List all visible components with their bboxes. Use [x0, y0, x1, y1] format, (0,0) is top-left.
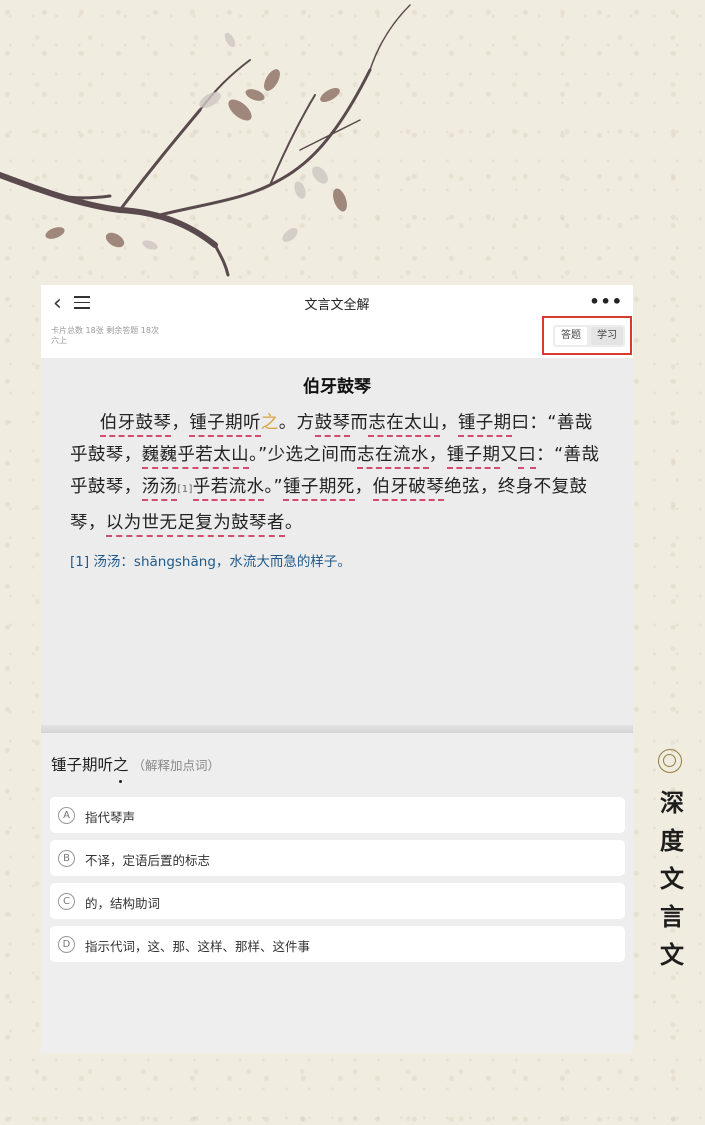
- passage-phrase-underlined: 志在太山: [368, 413, 440, 433]
- passage-phrase-underlined: 锺子期: [446, 445, 501, 466]
- question-keyword: 之: [113, 753, 129, 783]
- passage-segment: ，: [123, 445, 142, 466]
- card-stats-line: 卡片总数 18张 剩余答题 18次: [51, 326, 159, 335]
- more-icon[interactable]: •••: [589, 292, 623, 311]
- passage-segment: ，: [354, 477, 373, 498]
- option-letter: B: [58, 850, 75, 867]
- mode-toggle[interactable]: 答题 学习: [553, 325, 625, 347]
- circle-ornament-icon: [658, 749, 682, 773]
- passage-phrase-underlined: 以为世无足复为鼓琴者: [105, 512, 285, 533]
- option-c[interactable]: C 的，结构助词: [50, 883, 625, 919]
- passage-keyword: 之: [260, 413, 279, 433]
- option-b[interactable]: B 不译，定语后置的标志: [50, 840, 625, 876]
- answer-mode-button[interactable]: 答题: [555, 327, 587, 345]
- option-a[interactable]: A 指代琴声: [50, 797, 625, 833]
- passage-phrase-underlined: 志在流水: [357, 445, 429, 466]
- passage-segment: 而: [350, 413, 369, 433]
- option-text: 的，结构助词: [85, 896, 161, 911]
- passage-segment: ，: [87, 512, 106, 533]
- grade-label: 六上: [51, 336, 67, 345]
- passage-phrase-underlined: 曰: [518, 445, 537, 466]
- passage-segment: 。方: [278, 413, 315, 433]
- passage-segment: 绝弦: [444, 477, 480, 498]
- passage-segment: ，: [479, 477, 498, 498]
- question-prompt: 锺子期听之 （解释加点词）: [51, 753, 221, 783]
- option-letter: C: [58, 893, 75, 910]
- passage-segment: ，: [439, 413, 458, 433]
- passage-phrase-underlined: 锺子期听: [189, 413, 261, 433]
- option-text: 指代琴声: [85, 810, 136, 825]
- passage-text: 伯牙鼓琴，锺子期听之。方鼓琴而志在太山，锺子期曰：“善哉乎鼓琴，巍巍乎若太山。”…: [70, 407, 610, 539]
- passage-segment: ：“: [536, 445, 564, 466]
- passage-title: 伯牙鼓琴: [303, 377, 371, 397]
- option-d[interactable]: D 指示代词，这、那、这样、那样、这件事: [50, 926, 625, 962]
- passage-phrase-underlined: 伯牙鼓琴: [99, 413, 172, 433]
- study-mode-button[interactable]: 学习: [591, 327, 623, 345]
- question-prefix: 锺子期听: [51, 756, 114, 774]
- option-letter: D: [58, 936, 75, 953]
- passage-phrase-underlined: 锺子期: [457, 413, 512, 433]
- side-title-char: 度: [660, 826, 684, 855]
- footnote: [1] 汤汤：shāngshāng，水流大而急的样子。: [70, 554, 351, 570]
- side-title-char: 文: [660, 940, 684, 969]
- side-title-char: 文: [660, 864, 684, 893]
- passage-segment: 。”少选之间而: [249, 445, 358, 466]
- passage-segment: ，: [123, 477, 142, 498]
- top-bar: ‹ 文言文全解 ••• 卡片总数 18张 剩余答题 18次 六上 答题 学习: [41, 285, 633, 358]
- passage-phrase-underlined: 鼓琴: [314, 413, 351, 433]
- app-screen: ‹ 文言文全解 ••• 卡片总数 18张 剩余答题 18次 六上 答题 学习 伯…: [41, 285, 633, 1053]
- branch-illustration: [0, 4, 411, 277]
- passage-segment: 曰：“: [511, 413, 557, 433]
- option-text: 指示代词，这、那、这样、那样、这件事: [85, 939, 311, 954]
- passage-segment: [1]: [177, 484, 193, 496]
- side-title-char: 深: [660, 788, 684, 817]
- passage-phrase-underlined: 伯牙破琴: [372, 477, 445, 498]
- option-letter: A: [58, 807, 75, 824]
- passage-phrase-underlined: 巍巍乎若太山: [141, 445, 250, 466]
- app-title: 文言文全解: [304, 298, 370, 313]
- passage-phrase-underlined: 乎若流水: [192, 477, 265, 498]
- card-stats: 卡片总数 18张 剩余答题 18次 六上: [51, 326, 159, 346]
- section-divider: [41, 725, 633, 733]
- question-panel: 锺子期听之 （解释加点词） A 指代琴声 B 不译，定语后置的标志 C 的，结构助…: [41, 733, 633, 1053]
- passage-segment: 。”: [264, 477, 284, 498]
- side-title: 深 度 文 言 文: [657, 784, 687, 974]
- question-hint: （解释加点词）: [132, 758, 221, 773]
- option-text: 不译，定语后置的标志: [85, 853, 211, 868]
- side-title-char: 言: [660, 902, 684, 931]
- passage-phrase-underlined: 锺子期死: [283, 477, 355, 498]
- passage-segment: 。: [284, 512, 303, 533]
- passage-segment: ，: [171, 413, 190, 433]
- passage-phrase-underlined: 汤汤: [141, 477, 178, 498]
- passage-segment: ，: [428, 445, 447, 466]
- passage-segment: 又: [500, 445, 519, 466]
